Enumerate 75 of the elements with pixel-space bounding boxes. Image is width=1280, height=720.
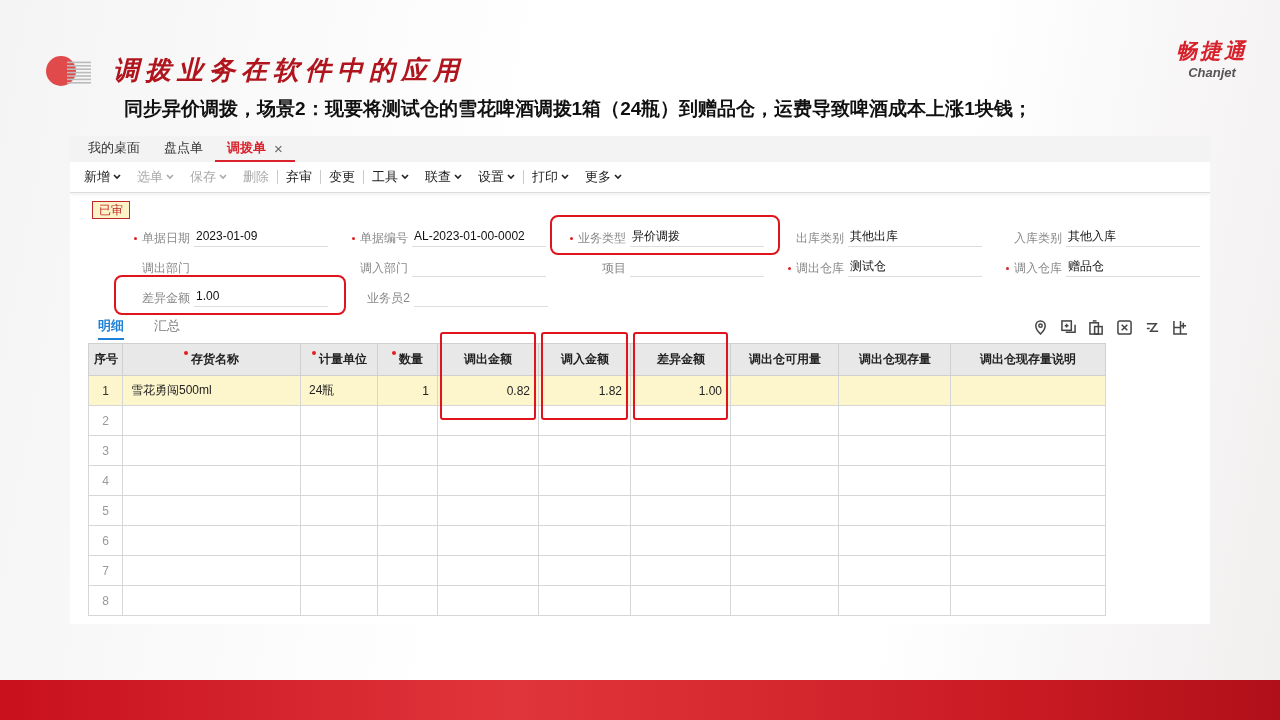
field-label: 业务员2	[366, 290, 410, 307]
input-field[interactable]: 其他入库	[1066, 226, 1200, 247]
table-cell: 1	[88, 375, 123, 406]
column-header: 数量	[377, 343, 438, 376]
table-cell	[377, 495, 438, 526]
sub-tab[interactable]: 汇总	[154, 314, 180, 340]
slide-subtitle: 同步异价调拨，场景2：现要将测试仓的雪花啤酒调拨1箱（24瓶）到赠品仓，运费导致啤酒成本上涨1块钱；	[123, 97, 1033, 121]
input-field[interactable]: 1.00	[194, 286, 328, 307]
caret-icon	[166, 174, 174, 180]
field-label: 出库类别	[795, 230, 844, 247]
input-field[interactable]: 2023-01-09	[194, 226, 328, 247]
tab[interactable]: 我的桌面	[76, 136, 152, 162]
toolbar-button[interactable]: 联查	[417, 165, 470, 189]
column-header: 序号	[88, 343, 123, 376]
field-label: 调入部门	[359, 260, 408, 277]
caret-icon	[113, 174, 121, 180]
field-label: 项目	[601, 260, 626, 277]
field-label: 调出部门	[141, 260, 190, 277]
field-label: 单据日期	[120, 230, 190, 247]
toolbar-button[interactable]: 变更	[321, 165, 363, 189]
table-cell	[377, 585, 438, 616]
tab[interactable]: 盘点单	[152, 136, 215, 162]
toolbar-button[interactable]: 更多	[577, 165, 630, 189]
caret-icon	[614, 174, 622, 180]
toolbar-button[interactable]: 打印	[524, 165, 577, 189]
add-square-icon[interactable]	[1061, 319, 1076, 335]
tab[interactable]: 调拨单 ×	[215, 136, 295, 162]
field-label: 单据编号	[338, 230, 408, 247]
input-field[interactable]: 赠品仓	[1066, 256, 1200, 277]
input-field[interactable]: 异价调拨	[630, 226, 764, 247]
table-cell: 5	[88, 495, 123, 526]
input-field[interactable]: AL-2023-01-00-0002	[412, 226, 546, 247]
toolbar-button[interactable]: 弃审	[278, 165, 320, 189]
table-cell: 1	[377, 375, 438, 406]
copy-icon[interactable]	[1089, 319, 1104, 335]
field-label: 入库类别	[1013, 230, 1062, 247]
toolbar-button[interactable]: 新增	[76, 165, 129, 189]
caret-icon	[507, 174, 515, 180]
field-label: 调出仓库	[774, 260, 844, 277]
column-header: 调出仓可用量	[730, 343, 839, 376]
slide-title: 调拨业务在软件中的应用	[113, 54, 465, 87]
field-label: 业务类型	[556, 230, 626, 247]
sub-tab[interactable]: 明细	[98, 314, 124, 340]
table-cell: 4	[88, 465, 123, 496]
field-label: 差异金额	[141, 290, 190, 307]
brand-name: 畅捷通	[1176, 38, 1248, 64]
caret-icon	[401, 174, 409, 180]
column-header: 存货名称	[122, 343, 301, 376]
status-badge: 已审	[92, 201, 130, 219]
table-cell	[377, 465, 438, 496]
input-field[interactable]: 测试仓	[848, 256, 982, 277]
table-cell	[377, 525, 438, 556]
caret-icon	[561, 174, 569, 180]
table-cell: 7	[88, 555, 123, 586]
table-cell: 雪花勇闯500ml	[122, 375, 301, 406]
toolbar-button[interactable]: 工具	[364, 165, 417, 189]
table-cell: 2	[88, 405, 123, 436]
input-field[interactable]: 其他出库	[848, 226, 982, 247]
table-cell	[377, 435, 438, 466]
table-cell: 6	[88, 525, 123, 556]
field-label: 调入仓库	[992, 260, 1062, 277]
layout-icon[interactable]	[1173, 319, 1188, 335]
table-cell: 24瓶	[300, 375, 378, 406]
column-header: 计量单位	[300, 343, 378, 376]
brand-name-english: Chanjet	[1188, 65, 1236, 80]
caret-icon	[219, 174, 227, 180]
table-cell	[377, 555, 438, 586]
column-header: 调出仓现存量说明	[950, 343, 1106, 376]
caret-icon	[454, 174, 462, 180]
table-cell: 3	[88, 435, 123, 466]
pin-icon[interactable]	[1033, 319, 1048, 335]
table-cell	[377, 405, 438, 436]
table-cell: 8	[88, 585, 123, 616]
toolbar-button[interactable]: 设置	[470, 165, 523, 189]
column-header: 调出仓现存量	[838, 343, 951, 376]
